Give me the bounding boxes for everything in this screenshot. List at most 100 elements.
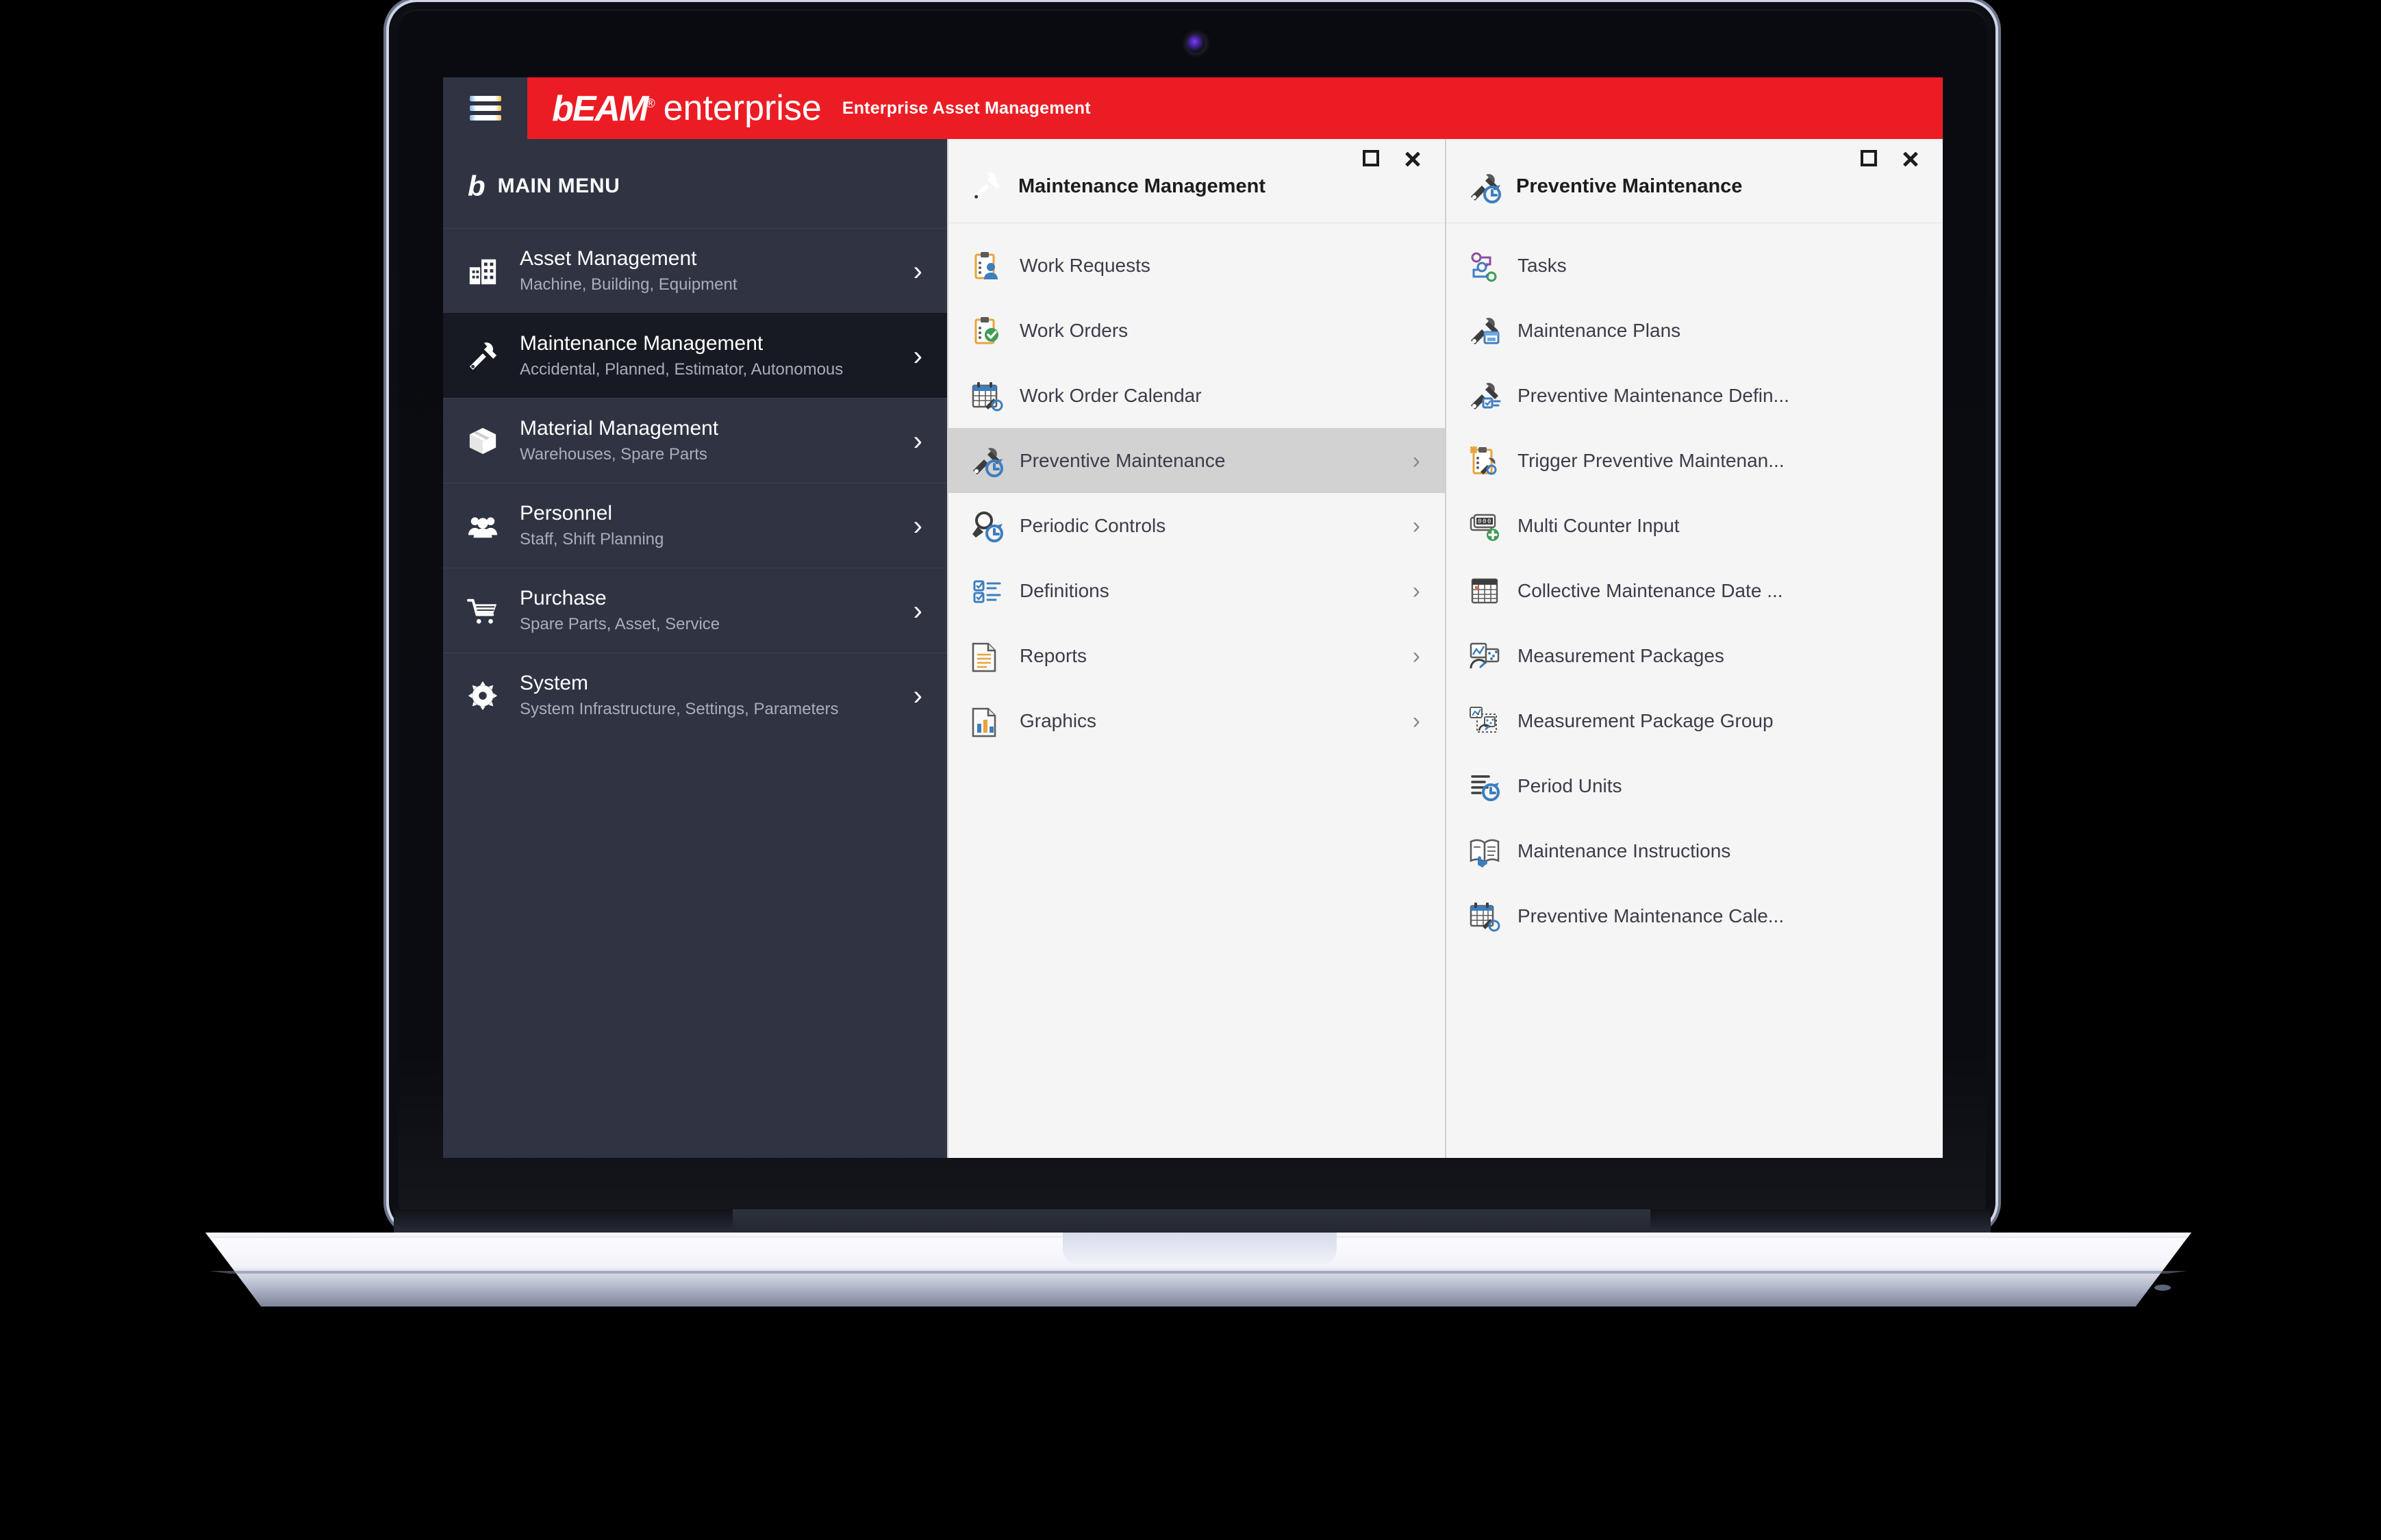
chevron-right-icon: ›	[913, 680, 922, 711]
magnifier-clock-icon	[970, 509, 1003, 542]
menu-item-period-units[interactable]: Period Units	[1446, 753, 1943, 818]
calendar-wrench-icon	[970, 379, 1003, 412]
sidebar-item-text: Material Management Warehouses, Spare Par…	[520, 416, 896, 466]
menu-item-label: Preventive Maintenance Defin...	[1517, 384, 1789, 406]
gear-icon	[464, 680, 502, 711]
menu-item-maintenance-instructions[interactable]: Maintenance Instructions	[1446, 818, 1943, 883]
menu-item-preventive-maintenance[interactable]: Preventive Maintenance ›	[948, 428, 1445, 493]
wrench-clock-icon	[1468, 171, 1501, 203]
clipboard-person-icon	[970, 249, 1003, 282]
menu-item-periodic-controls[interactable]: Periodic Controls ›	[948, 493, 1445, 558]
sidebar-item-material-management[interactable]: Material Management Warehouses, Spare Par…	[443, 398, 947, 483]
calendar-wrench-clock-icon	[1468, 900, 1501, 933]
chevron-right-icon: ›	[913, 595, 922, 626]
sidebar-item-text: System System Infrastructure, Settings, P…	[520, 670, 896, 721]
main-menu-label: MAIN MENU	[497, 175, 620, 197]
hamburger-menu-button[interactable]	[443, 77, 527, 139]
sidebar-item-subtitle: Machine, Building, Equipment	[520, 275, 738, 294]
sidebar-item-title: Maintenance Management	[520, 331, 764, 355]
close-icon	[1902, 150, 1919, 168]
sidebar-item-subtitle: System Infrastructure, Settings, Paramet…	[520, 700, 839, 719]
app-tagline: Enterprise Asset Management	[842, 98, 1091, 118]
panel-title: Preventive Maintenance	[1516, 175, 1743, 197]
sidebar-item-purchase[interactable]: Purchase Spare Parts, Asset, Service ›	[443, 568, 947, 653]
maximize-icon	[1363, 150, 1379, 166]
logo-registered-mark: ®	[646, 97, 655, 110]
menu-item-preventive-maintenance-cale[interactable]: Preventive Maintenance Cale...	[1446, 883, 1943, 948]
logo-mark: b	[552, 89, 574, 129]
sidebar-item-maintenance-management[interactable]: Maintenance Management Accidental, Planne…	[443, 313, 947, 398]
people-group-icon	[464, 510, 502, 542]
app-logo: b EAM ® enterprise	[552, 88, 822, 129]
chevron-right-icon: ›	[913, 510, 922, 541]
panel-maintenance-management: Maintenance Management Work Requests Work …	[947, 139, 1445, 1158]
menu-item-label: Preventive Maintenance	[1020, 449, 1226, 471]
menu-item-reports[interactable]: Reports ›	[948, 623, 1445, 688]
chevron-right-icon: ›	[1412, 447, 1420, 474]
chevron-right-icon: ›	[1412, 577, 1420, 604]
sidebar-item-list: Asset Management Machine, Building, Equip…	[443, 228, 947, 737]
menu-item-maintenance-plans[interactable]: Maintenance Plans	[1446, 298, 1943, 363]
menu-item-label: Maintenance Instructions	[1517, 840, 1731, 861]
window-controls	[1446, 139, 1943, 168]
counter-plus-icon: 000	[1468, 509, 1501, 542]
body-area: b MAIN MENU Asset Management Machine, Bui…	[443, 139, 1943, 1158]
menu-item-graphics[interactable]: Graphics ›	[948, 688, 1445, 753]
wrench-window-icon	[1468, 314, 1501, 347]
panel-header: Maintenance Management	[948, 139, 1445, 223]
chevron-right-icon: ›	[1412, 642, 1420, 669]
maximize-icon	[1861, 150, 1877, 166]
maximize-button[interactable]	[1363, 150, 1379, 168]
menu-item-collective-maintenance-date[interactable]: Collective Maintenance Date ...	[1446, 558, 1943, 623]
document-lines-icon	[970, 640, 1003, 672]
menu-item-label: Measurement Package Group	[1517, 709, 1774, 731]
menu-item-measurement-packages[interactable]: Measurement Packages	[1446, 623, 1943, 688]
sidebar-item-asset-management[interactable]: Asset Management Machine, Building, Equip…	[443, 228, 947, 313]
menu-item-label: Maintenance Plans	[1517, 319, 1681, 341]
menu-item-label: Graphics	[1020, 709, 1097, 731]
sidebar-item-personnel[interactable]: Personnel Staff, Shift Planning ›	[443, 483, 947, 568]
sidebar-item-title: Material Management	[520, 416, 719, 440]
sidebar-item-title: Purchase	[520, 586, 607, 609]
menu-item-trigger-preventive-maintenan[interactable]: Trigger Preventive Maintenan...	[1446, 428, 1943, 493]
main-menu-header: b MAIN MENU	[443, 139, 947, 228]
menu-item-label: Measurement Packages	[1517, 644, 1724, 666]
maximize-button[interactable]	[1861, 150, 1877, 168]
menu-item-label: Work Orders	[1020, 319, 1129, 341]
hamburger-menu-icon	[469, 96, 501, 121]
chevron-right-icon: ›	[1412, 707, 1420, 734]
menu-item-work-orders[interactable]: Work Orders	[948, 298, 1445, 363]
chevron-right-icon: ›	[913, 425, 922, 456]
laptop-base-notch	[1063, 1233, 1337, 1264]
lines-clock-icon	[1468, 770, 1501, 803]
close-button[interactable]	[1404, 150, 1422, 168]
menu-item-work-requests[interactable]: Work Requests	[948, 233, 1445, 298]
sidebar-item-text: Personnel Staff, Shift Planning	[520, 501, 896, 551]
main-menu-logo-mark: b	[468, 170, 486, 202]
menu-item-tasks[interactable]: Tasks	[1446, 233, 1943, 298]
menu-item-preventive-maintenance-defin[interactable]: Preventive Maintenance Defin...	[1446, 363, 1943, 428]
wrench-screwdriver-icon	[464, 340, 502, 372]
measurement-group-icon	[1468, 705, 1501, 737]
logo-letters: EAM	[572, 89, 649, 129]
logo-word: enterprise	[663, 88, 822, 128]
clipboard-check-icon	[970, 314, 1003, 347]
panel-host: Maintenance Management Work Requests Work …	[947, 139, 1943, 1158]
sidebar-item-system[interactable]: System System Infrastructure, Settings, P…	[443, 653, 947, 737]
sidebar-item-text: Maintenance Management Accidental, Planne…	[520, 331, 896, 381]
menu-item-measurement-package-group[interactable]: Measurement Package Group	[1446, 688, 1943, 753]
menu-item-multi-counter-input[interactable]: 0 0 0 Multi Counter Input	[1446, 493, 1943, 558]
window-controls	[948, 139, 1445, 168]
close-button[interactable]	[1902, 150, 1919, 168]
laptop-base-seam	[210, 1271, 2187, 1274]
panel-item-list: Tasks Maintenance Plans Preventive Mainten…	[1446, 223, 1943, 948]
menu-item-label: Definitions	[1020, 579, 1109, 601]
sidebar-item-subtitle: Accidental, Planned, Estimator, Autonomo…	[520, 360, 844, 379]
sidebar-item-subtitle: Staff, Shift Planning	[520, 530, 664, 549]
sidebar-item-subtitle: Spare Parts, Asset, Service	[520, 615, 720, 634]
webcam-icon	[1187, 34, 1205, 53]
menu-item-work-order-calendar[interactable]: Work Order Calendar	[948, 363, 1445, 428]
menu-item-definitions[interactable]: Definitions ›	[948, 558, 1445, 623]
sidebar-item-title: Asset Management	[520, 247, 697, 270]
document-chart-icon	[970, 705, 1003, 737]
